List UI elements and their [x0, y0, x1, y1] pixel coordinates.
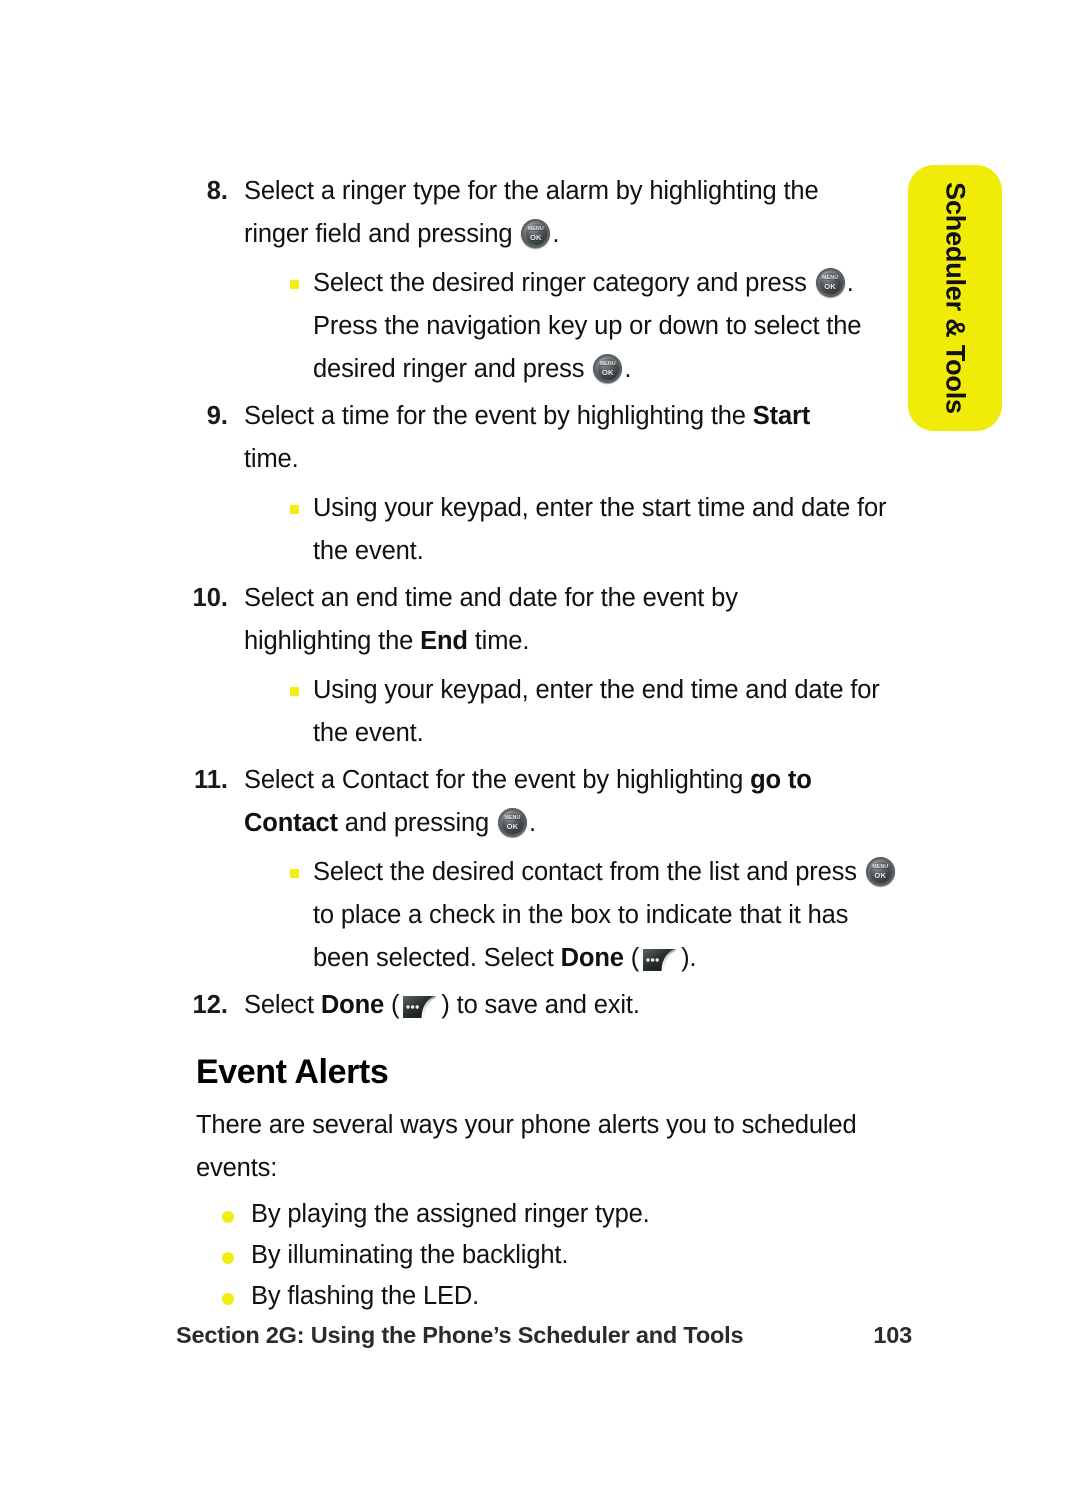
menu-ok-bottom-label: OK: [601, 367, 614, 377]
menu-ok-top-label: MENU: [527, 226, 544, 232]
menu-ok-bottom-label: OK: [529, 232, 542, 242]
step-text-part: time.: [467, 627, 530, 655]
step-number: 9.: [206, 402, 228, 430]
menu-ok-bottom-label: OK: [506, 821, 519, 831]
sub-bullet-text: Using your keypad, enter the end time an…: [313, 676, 880, 747]
numbered-step: 12. Select Done ( ) to save and exit.: [0, 984, 1080, 1027]
numbered-step: 8. Select a ringer type for the alarm by…: [0, 170, 1080, 256]
square-bullet-marker: [290, 505, 299, 514]
sub-bullet-text-part: Select the desired contact from the list…: [313, 858, 864, 886]
section-heading: Event Alerts: [196, 1053, 389, 1091]
step-text: Select Done ( ) to save and exit.: [244, 984, 844, 1027]
footer-section-title: Section 2G: Using the Phone’s Scheduler …: [176, 1322, 744, 1348]
numbered-step: 10. Select an end time and date for the …: [0, 577, 1080, 663]
menu-ok-key-icon: MENU OK: [521, 219, 551, 248]
step-text-bold: Done: [320, 991, 385, 1019]
step-text-part: (: [384, 991, 400, 1019]
list-item-label: By illuminating the backlight.: [251, 1241, 569, 1269]
menu-ok-key-icon: MENU OK: [865, 857, 895, 886]
list-item: By illuminating the backlight.: [0, 1235, 1080, 1276]
step-text: Select a time for the event by highlight…: [244, 395, 844, 481]
sub-bullet-item: Select the desired ringer category and p…: [0, 262, 1080, 391]
square-bullet-marker: [290, 280, 299, 289]
menu-ok-bottom-label: OK: [824, 281, 837, 291]
numbered-step: 11. Select a Contact for the event by hi…: [0, 759, 1080, 845]
round-bullet-marker: [222, 1252, 234, 1264]
step-number: 11.: [193, 766, 228, 794]
menu-ok-top-label: MENU: [872, 864, 889, 870]
step-text-part: Select a Contact for the event by highli…: [244, 766, 751, 794]
menu-ok-key-icon: MENU OK: [593, 354, 623, 383]
manual-page: Scheduler & Tools 8. Select a ringer typ…: [0, 0, 1080, 1512]
numbered-step: 9. Select a time for the event by highli…: [0, 395, 1080, 481]
list-item: By flashing the LED.: [0, 1276, 1080, 1317]
sub-bullet-text: Select the desired ringer category and p…: [313, 262, 909, 391]
sub-bullet-item: Using your keypad, enter the start time …: [0, 487, 1080, 573]
footer-page-number: 103: [873, 1322, 912, 1348]
section-intro-paragraph: There are several ways your phone alerts…: [196, 1111, 857, 1182]
sub-bullet-item: Using your keypad, enter the end time an…: [0, 669, 1080, 755]
step-text-part: and pressing: [337, 809, 496, 837]
step-number: 10.: [192, 584, 228, 612]
sub-bullet-item: Select the desired contact from the list…: [0, 851, 1080, 980]
step-text-part: .: [552, 220, 560, 248]
page-content: 8. Select a ringer type for the alarm by…: [0, 170, 1080, 1317]
menu-ok-top-label: MENU: [822, 275, 839, 281]
left-softkey-icon: [401, 994, 439, 1020]
step-text: Select a Contact for the event by highli…: [244, 759, 844, 845]
sub-bullet-text: Select the desired contact from the list…: [313, 851, 909, 980]
step-text-part: Select a time for the event by highlight…: [244, 402, 753, 430]
square-bullet-marker: [290, 687, 299, 696]
round-bullet-marker: [222, 1211, 234, 1223]
menu-ok-bottom-label: OK: [874, 870, 887, 880]
sub-bullet-text-part: (: [623, 944, 640, 972]
step-text-part: ) to save and exit.: [441, 991, 640, 1019]
menu-ok-top-label: MENU: [599, 361, 616, 367]
sub-bullet-text-part: ).: [681, 944, 697, 972]
step-text: Select a ringer type for the alarm by hi…: [244, 170, 844, 256]
list-item-label: By playing the assigned ringer type.: [251, 1200, 650, 1228]
step-text-bold: Start: [752, 402, 811, 430]
menu-ok-key-icon: MENU OK: [815, 268, 845, 297]
menu-ok-key-icon: MENU OK: [497, 808, 527, 837]
step-text-bold: End: [420, 627, 468, 655]
sub-bullet-text-bold: Done: [560, 944, 624, 972]
step-text-part: time.: [244, 445, 299, 473]
sub-bullet-text: Using your keypad, enter the start time …: [313, 494, 887, 565]
step-number: 12.: [192, 991, 228, 1019]
square-bullet-marker: [290, 869, 299, 878]
list-item-label: By flashing the LED.: [251, 1282, 480, 1310]
sub-bullet-text-part: .: [624, 355, 632, 383]
step-number: 8.: [206, 177, 228, 205]
step-text: Select an end time and date for the even…: [244, 577, 844, 663]
menu-ok-top-label: MENU: [504, 815, 521, 821]
round-bullet-marker: [222, 1293, 234, 1305]
left-softkey-icon: [641, 947, 679, 973]
page-footer: Section 2G: Using the Phone’s Scheduler …: [176, 1322, 912, 1349]
step-text-part: .: [528, 809, 536, 837]
sub-bullet-text-part: Select the desired ringer category and p…: [313, 269, 814, 297]
list-item: By playing the assigned ringer type.: [0, 1194, 1080, 1235]
step-text-part: Select: [244, 991, 321, 1019]
